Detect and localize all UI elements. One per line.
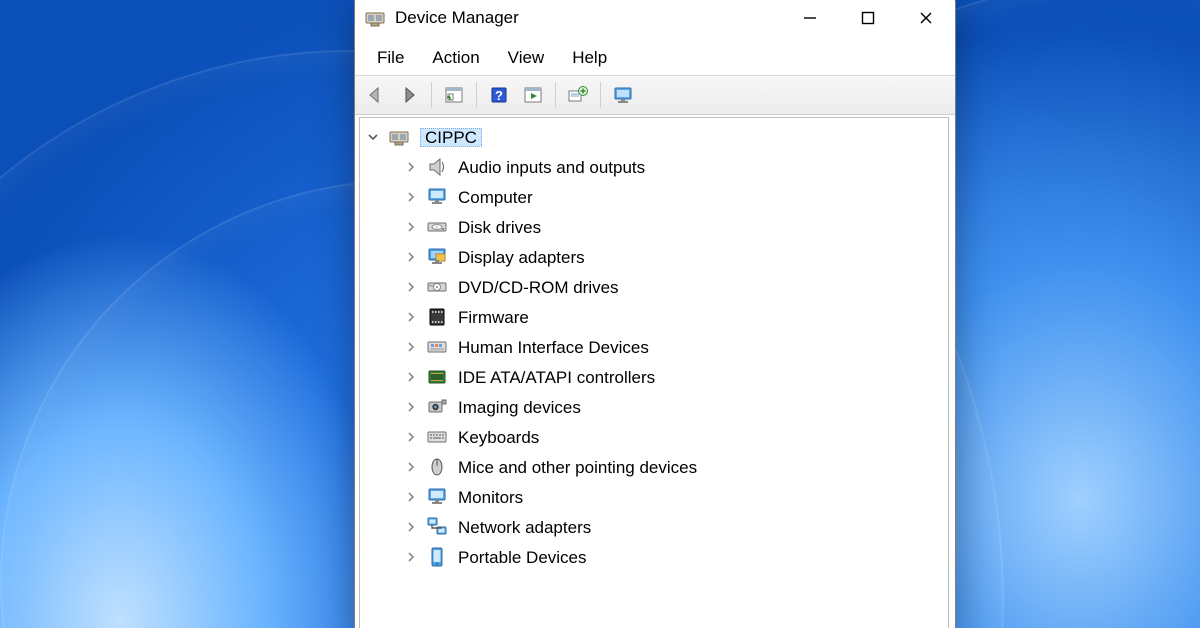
toolbar-separator xyxy=(555,82,556,108)
tree-item[interactable]: Firmware xyxy=(360,302,948,332)
tree-item[interactable]: IDE ATA/ATAPI controllers xyxy=(360,362,948,392)
optical-icon xyxy=(424,276,450,298)
maximize-button[interactable] xyxy=(839,0,897,41)
close-button[interactable] xyxy=(897,0,955,41)
monitor-icon xyxy=(424,186,450,208)
network-icon xyxy=(424,516,450,538)
ide-icon xyxy=(424,366,450,388)
chevron-right-icon[interactable] xyxy=(404,400,418,414)
hid-icon xyxy=(424,336,450,358)
app-icon xyxy=(363,6,387,30)
chevron-right-icon[interactable] xyxy=(404,280,418,294)
portable-icon xyxy=(424,546,450,568)
mouse-icon xyxy=(424,456,450,478)
device-tree-pane[interactable]: CIPPC Audio inputs and outputs Computer Dis… xyxy=(359,117,949,628)
tree-item-label: Imaging devices xyxy=(458,398,581,416)
firmware-icon xyxy=(424,306,450,328)
menu-help[interactable]: Help xyxy=(558,44,621,72)
tree-item-label: Computer xyxy=(458,188,533,206)
chevron-right-icon[interactable] xyxy=(404,340,418,354)
minimize-button[interactable] xyxy=(781,0,839,41)
titlebar[interactable]: Device Manager xyxy=(355,0,955,41)
toolbar-separator xyxy=(600,82,601,108)
tree-item-label: DVD/CD-ROM drives xyxy=(458,278,619,296)
tree-item[interactable]: Mice and other pointing devices xyxy=(360,452,948,482)
help-button[interactable]: ? xyxy=(483,79,515,111)
chevron-right-icon[interactable] xyxy=(404,370,418,384)
chevron-right-icon[interactable] xyxy=(404,190,418,204)
chevron-right-icon[interactable] xyxy=(404,310,418,324)
tree-item-label: Mice and other pointing devices xyxy=(458,458,697,476)
chevron-right-icon[interactable] xyxy=(404,490,418,504)
chevron-right-icon[interactable] xyxy=(404,550,418,564)
tree-item[interactable]: Computer xyxy=(360,182,948,212)
chevron-right-icon[interactable] xyxy=(404,160,418,174)
action-button[interactable] xyxy=(517,79,549,111)
tree-item[interactable]: DVD/CD-ROM drives xyxy=(360,272,948,302)
svg-text:?: ? xyxy=(495,88,503,103)
scan-hardware-button[interactable] xyxy=(562,79,594,111)
monitor-button[interactable] xyxy=(607,79,639,111)
keyboard-icon xyxy=(424,426,450,448)
tree-item[interactable]: Imaging devices xyxy=(360,392,948,422)
tree-item-label: Display adapters xyxy=(458,248,585,266)
imaging-icon xyxy=(424,396,450,418)
tree-item-label: Audio inputs and outputs xyxy=(458,158,645,176)
tree-item-label: Disk drives xyxy=(458,218,541,236)
desktop-wallpaper: Device Manager File Action View Help xyxy=(0,0,1200,628)
tree-item-label: IDE ATA/ATAPI controllers xyxy=(458,368,655,386)
tree-item-label: Network adapters xyxy=(458,518,591,536)
tree-item-label: Keyboards xyxy=(458,428,539,446)
device-manager-window: Device Manager File Action View Help xyxy=(354,0,956,628)
tree-item[interactable]: Disk drives xyxy=(360,212,948,242)
chevron-right-icon[interactable] xyxy=(404,460,418,474)
tree-item-label: Human Interface Devices xyxy=(458,338,649,356)
show-hide-tree-button[interactable] xyxy=(438,79,470,111)
tree-item[interactable]: Monitors xyxy=(360,482,948,512)
chevron-right-icon[interactable] xyxy=(404,430,418,444)
toolbar-separator xyxy=(476,82,477,108)
tree-item-label: Portable Devices xyxy=(458,548,587,566)
chevron-right-icon[interactable] xyxy=(404,250,418,264)
toolbar: ? xyxy=(355,76,955,115)
tree-item[interactable]: Portable Devices xyxy=(360,542,948,572)
tree-item[interactable]: Keyboards xyxy=(360,422,948,452)
chevron-right-icon[interactable] xyxy=(404,220,418,234)
forward-button[interactable] xyxy=(393,79,425,111)
chevron-right-icon[interactable] xyxy=(404,520,418,534)
tree-item[interactable]: Network adapters xyxy=(360,512,948,542)
tree-item[interactable]: Display adapters xyxy=(360,242,948,272)
tree-item[interactable]: Audio inputs and outputs xyxy=(360,152,948,182)
chevron-down-icon[interactable] xyxy=(366,130,380,144)
disk-icon xyxy=(424,216,450,238)
window-title: Device Manager xyxy=(395,8,519,28)
tree-item-label: Monitors xyxy=(458,488,523,506)
display-icon xyxy=(424,246,450,268)
tree-root[interactable]: CIPPC xyxy=(360,122,948,152)
monitor2-icon xyxy=(424,486,450,508)
menu-file[interactable]: File xyxy=(363,44,418,72)
back-button[interactable] xyxy=(359,79,391,111)
tree-item-label: Firmware xyxy=(458,308,529,326)
menu-view[interactable]: View xyxy=(494,44,559,72)
menu-action[interactable]: Action xyxy=(418,44,493,72)
toolbar-separator xyxy=(431,82,432,108)
tree-root-label: CIPPC xyxy=(420,128,482,147)
speaker-icon xyxy=(424,156,450,178)
menubar: File Action View Help xyxy=(355,41,955,76)
computer-icon xyxy=(386,126,412,148)
tree-item[interactable]: Human Interface Devices xyxy=(360,332,948,362)
